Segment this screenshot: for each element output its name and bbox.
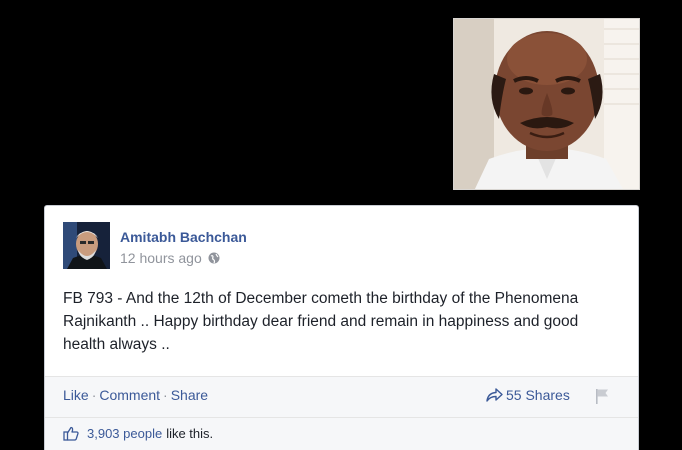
post-timestamp[interactable]: 12 hours ago [120,250,202,266]
post-text: FB 793 - And the 12th of December cometh… [63,290,579,353]
inset-portrait-photo [453,18,640,190]
post-meta: 12 hours ago [120,250,220,266]
share-link[interactable]: Share [171,387,208,403]
action-separator: · [91,387,97,403]
likes-summary-row: 3,903 people like this. [45,417,638,450]
post-actions: Like · Comment · Share [63,387,208,403]
author-avatar[interactable] [63,222,110,269]
flag-icon[interactable] [595,388,609,404]
like-link[interactable]: Like [63,387,89,403]
author-name-link[interactable]: Amitabh Bachchan [120,229,247,245]
shares-count-link[interactable]: 55 Shares [486,387,570,403]
comment-link[interactable]: Comment [99,387,160,403]
screenshot-canvas: Amitabh Bachchan 12 hours ago FB 793 - A… [0,0,682,450]
likes-summary: 3,903 people like this. [63,426,213,441]
thumbs-up-icon [63,426,79,441]
globe-icon[interactable] [208,252,220,264]
post-action-bar: Like · Comment · Share 55 Shares [45,376,638,417]
action-separator: · [163,387,168,403]
facebook-post-card: Amitabh Bachchan 12 hours ago FB 793 - A… [44,205,639,450]
likes-suffix-text: like this. [166,426,214,441]
likes-count-link[interactable]: 3,903 people [87,426,162,441]
shares-count: 55 Shares [506,387,570,403]
share-arrow-icon [486,388,503,402]
